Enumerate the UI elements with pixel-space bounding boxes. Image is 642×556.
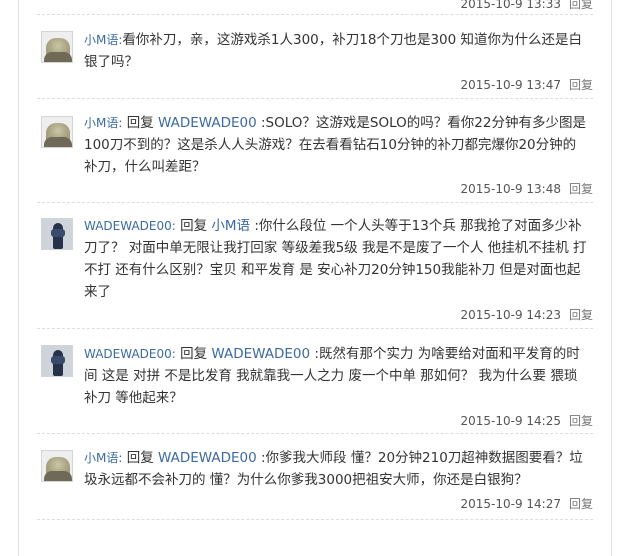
- comment-item: WADEWADE00: 回复 小M语 :你什么段位 一个人头等于13个兵 那我抢…: [37, 204, 593, 329]
- avatar-clothing: [44, 52, 72, 62]
- comment-item: 小M语: 回复 WADEWADE00 :SOLO？这游戏是SOLO的吗？看你22…: [37, 100, 593, 203]
- reply-target[interactable]: 小M语: [211, 218, 250, 234]
- reply-link[interactable]: 回复: [569, 0, 593, 11]
- comment-item: 小M语:看你补刀，亲，这游戏杀1人300，补刀18个刀也是300 知道你为什么还…: [37, 16, 593, 99]
- avatar-clothing: [44, 471, 72, 481]
- comment-time: 2015-10-9 14:23: [460, 308, 561, 322]
- reply-link[interactable]: 回复: [569, 182, 593, 196]
- avatar-clothing: [44, 137, 72, 147]
- comment-username[interactable]: 小M语:: [84, 33, 122, 47]
- reply-word: 回复: [126, 115, 154, 131]
- comment-meta: 2015-10-9 14:25 回复: [460, 412, 593, 429]
- reply-link[interactable]: 回复: [569, 308, 593, 322]
- avatar[interactable]: [41, 116, 73, 148]
- comment-time: 2015-10-9 13:48: [460, 182, 561, 196]
- reply-target[interactable]: WADEWADE00: [158, 450, 257, 466]
- comment-username[interactable]: 小M语:: [84, 116, 122, 130]
- comment-meta: 2015-10-9 13:47 回复: [460, 76, 593, 93]
- avatar[interactable]: [41, 31, 73, 63]
- reply-word: 回复: [180, 218, 208, 234]
- comment-text: 小M语:看你补刀，亲，这游戏杀1人300，补刀18个刀也是300 知道你为什么还…: [84, 29, 589, 73]
- avatar[interactable]: [41, 218, 73, 250]
- comment-time: 2015-10-9 14:27: [460, 497, 561, 511]
- avatar[interactable]: [41, 345, 73, 377]
- comment-meta: 2015-10-9 13:33 回复: [460, 0, 593, 12]
- comment-username[interactable]: WADEWADE00:: [84, 219, 176, 233]
- comment-time: 2015-10-9 13:33: [460, 0, 561, 11]
- reply-target[interactable]: WADEWADE00: [211, 346, 310, 362]
- comment-item: 2015-10-9 13:33 回复: [37, 0, 593, 15]
- comment-meta: 2015-10-9 13:48 回复: [460, 180, 593, 197]
- comment-item: 小M语: 回复 WADEWADE00 :你爹我大师段 懂？20分钟210刀超神数…: [37, 437, 593, 520]
- avatar[interactable]: [41, 450, 73, 482]
- comment-meta: 2015-10-9 14:27 回复: [460, 495, 593, 512]
- comment-text: WADEWADE00: 回复 小M语 :你什么段位 一个人头等于13个兵 那我抢…: [84, 215, 589, 303]
- comment-body: 看你补刀，亲，这游戏杀1人300，补刀18个刀也是300 知道你为什么还是白银了…: [84, 32, 582, 70]
- avatar-clothing: [51, 229, 65, 237]
- reply-word: 回复: [180, 346, 208, 362]
- comment-text: 小M语: 回复 WADEWADE00 :你爹我大师段 懂？20分钟210刀超神数…: [84, 447, 589, 491]
- reply-word: 回复: [126, 450, 154, 466]
- comment-meta: 2015-10-9 14:23 回复: [460, 306, 593, 323]
- comment-time: 2015-10-9 13:47: [460, 78, 561, 92]
- reply-link[interactable]: 回复: [569, 497, 593, 511]
- comment-text: 小M语: 回复 WADEWADE00 :SOLO？这游戏是SOLO的吗？看你22…: [84, 112, 589, 178]
- comment-username[interactable]: 小M语:: [84, 451, 122, 465]
- avatar-clothing: [51, 356, 65, 364]
- comment-time: 2015-10-9 14:25: [460, 414, 561, 428]
- comment-username[interactable]: WADEWADE00:: [84, 347, 176, 361]
- comment-item: WADEWADE00: 回复 WADEWADE00 :既然有那个实力 为啥要给对…: [37, 331, 593, 434]
- comment-text: WADEWADE00: 回复 WADEWADE00 :既然有那个实力 为啥要给对…: [84, 343, 589, 409]
- comment-panel: 2015-10-9 13:33 回复 小M语:看你补刀，亲，这游戏杀1人300，补…: [18, 0, 612, 556]
- reply-target[interactable]: WADEWADE00: [158, 115, 257, 131]
- reply-link[interactable]: 回复: [569, 78, 593, 92]
- reply-link[interactable]: 回复: [569, 414, 593, 428]
